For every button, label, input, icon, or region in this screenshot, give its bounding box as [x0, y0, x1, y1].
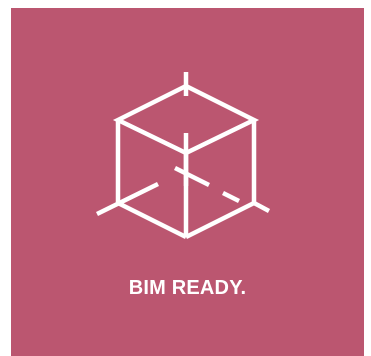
tile-title: BIM READY.: [128, 277, 247, 299]
bim-ready-tile: BIM READY.: [11, 8, 364, 356]
wireframe-cube-icon: [96, 72, 271, 240]
